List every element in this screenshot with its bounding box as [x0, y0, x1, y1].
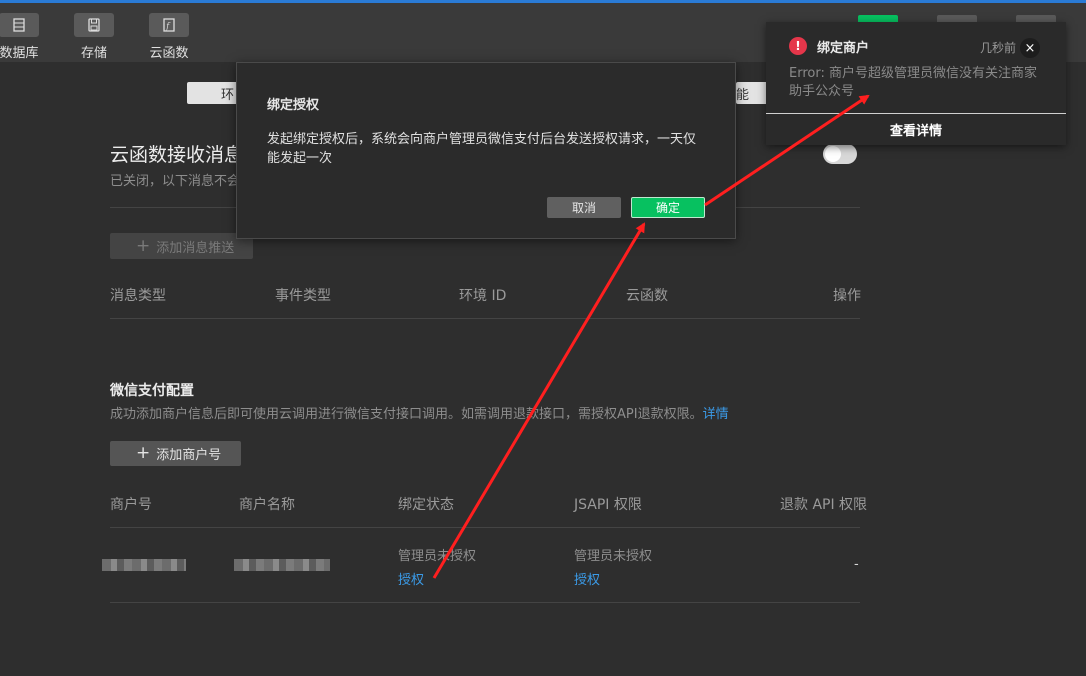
- arrow-to-confirm: [432, 222, 646, 579]
- annotation-arrows: [432, 94, 870, 579]
- arrow-to-error: [704, 94, 870, 207]
